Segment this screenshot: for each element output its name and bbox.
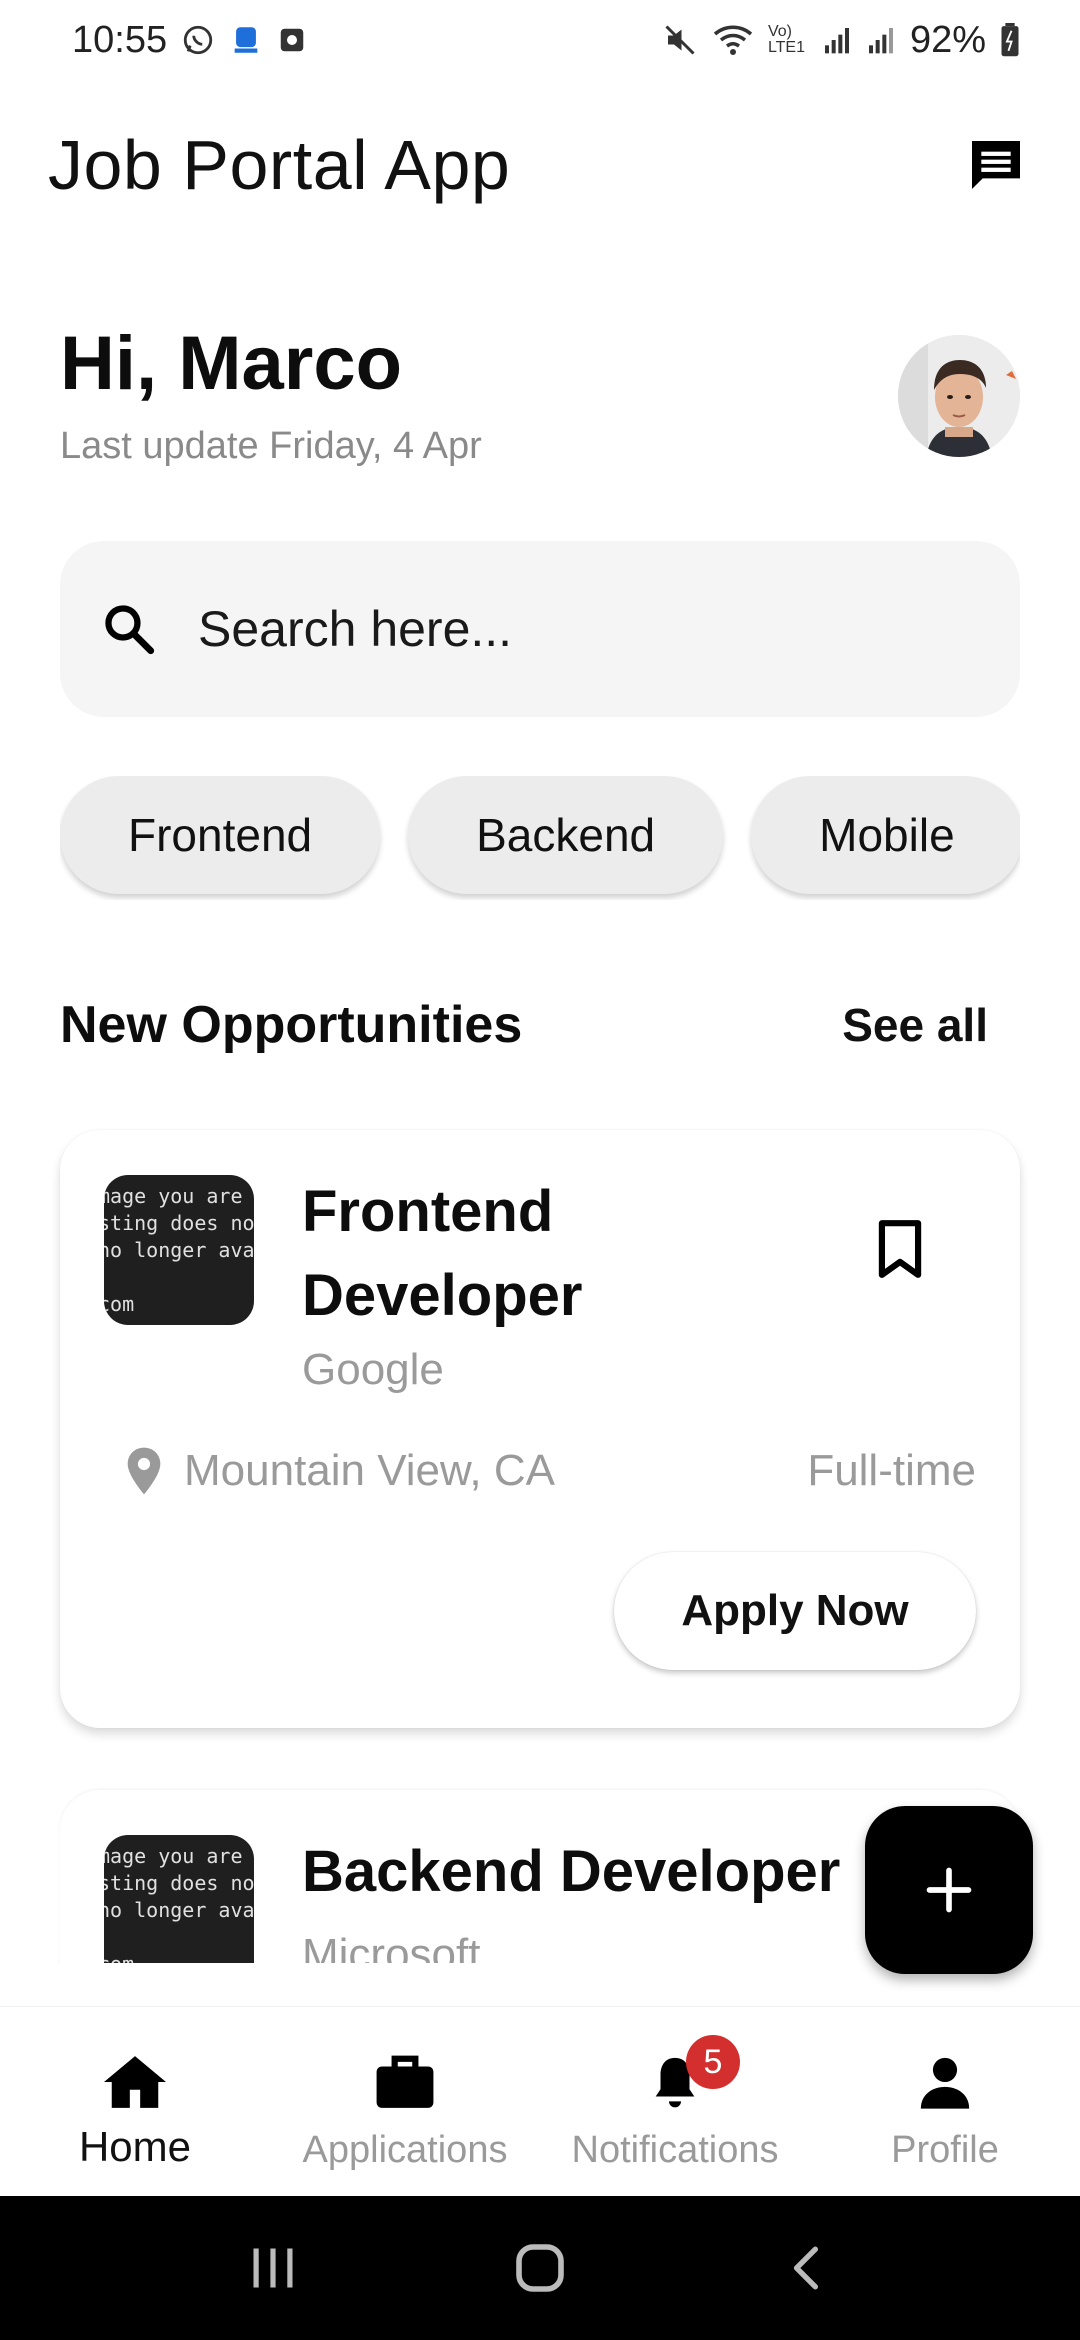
search-icon (105, 605, 155, 655)
avatar[interactable] (898, 335, 1020, 457)
nav-item-applications[interactable]: Applications (270, 2047, 540, 2172)
search-bar[interactable] (60, 541, 1020, 717)
logo-text-line: sting does not (104, 1871, 254, 1895)
recent-apps-button[interactable] (213, 2228, 333, 2308)
job-card[interactable]: mage you are sting does not no longer av… (60, 1130, 1020, 1728)
home-system-button[interactable] (480, 2228, 600, 2308)
bookmark-icon (878, 1220, 922, 1278)
app-notification-icon (229, 23, 263, 57)
person-icon (916, 2047, 974, 2117)
network-label: Vo) LTE1 (767, 23, 805, 56)
status-bar: 10:55 Vo) LTE1 92% (0, 0, 1080, 80)
home-icon (104, 2047, 166, 2117)
bottom-navigation: Home Applications 5 Notifications Profil… (0, 2006, 1080, 2196)
job-title: Frontend Developer (302, 1179, 583, 1328)
logo-text-line: mage you are (104, 1844, 243, 1868)
last-update-text: Last update Friday, 4 Apr (60, 425, 482, 467)
company-name: Google (302, 1345, 444, 1394)
app-bar: Job Portal App (48, 115, 1032, 215)
whatsapp-icon (181, 23, 215, 57)
category-chips: Frontend Backend Mobile (60, 776, 1020, 900)
signal-icon-1 (822, 24, 852, 56)
location-text: Mountain View, CA (184, 1446, 555, 1495)
nav-label-profile: Profile (891, 2129, 999, 2171)
nav-label-notifications: Notifications (571, 2129, 779, 2171)
greeting-title: Hi, Marco (60, 321, 403, 406)
battery-percentage: 92% (909, 18, 986, 61)
location-pin-icon (127, 1447, 161, 1495)
home-circle-icon (516, 2244, 564, 2292)
app-title: Job Portal App (48, 126, 511, 204)
search-input[interactable] (198, 600, 958, 658)
nav-item-profile[interactable]: Profile (810, 2047, 1080, 2172)
wifi-icon (712, 22, 754, 58)
status-left: 10:55 (72, 19, 307, 62)
back-chevron-icon (793, 2246, 818, 2290)
chip-backend[interactable]: Backend (408, 776, 724, 894)
add-fab-button[interactable] (865, 1806, 1033, 1974)
notification-badge: 5 (686, 2035, 740, 2089)
system-navigation (0, 2196, 1080, 2340)
briefcase-icon (374, 2047, 436, 2117)
see-all-link[interactable]: See all (842, 998, 988, 1052)
job-type: Full-time (807, 1446, 976, 1495)
signal-icon-2 (866, 24, 896, 56)
apply-now-button[interactable]: Apply Now (614, 1552, 976, 1670)
screen-record-icon (277, 25, 307, 55)
mute-icon (662, 22, 698, 58)
greeting: Hi, Marco Last update Friday, 4 Apr (60, 320, 482, 468)
job-meta: Mountain View, CA Full-time (116, 1440, 976, 1502)
chat-icon (972, 141, 1020, 189)
logo-text-line: sting does not (104, 1211, 254, 1235)
section-title: New Opportunities (60, 996, 523, 1054)
battery-icon (1000, 23, 1020, 57)
chat-button[interactable] (960, 129, 1032, 201)
company-logo: mage you are sting does not no longer av… (104, 1835, 254, 1965)
company-logo: mage you are sting does not no longer av… (104, 1175, 254, 1325)
chip-frontend[interactable]: Frontend (60, 776, 381, 894)
chip-mobile[interactable]: Mobile (751, 776, 1020, 894)
plus-icon (926, 1867, 972, 1913)
recent-apps-icon (253, 2248, 293, 2288)
nav-label-applications: Applications (302, 2129, 508, 2171)
logo-text-line: no longer avail (104, 1898, 254, 1922)
nav-item-home[interactable]: Home (0, 2047, 270, 2171)
logo-text-line: mage you are (104, 1184, 243, 1208)
section-header: New Opportunities See all (60, 995, 988, 1055)
nav-item-notifications[interactable]: 5 Notifications (540, 2035, 810, 2172)
back-button[interactable] (747, 2228, 867, 2308)
avatar-image (898, 335, 1020, 457)
job-location: Mountain View, CA (116, 1440, 555, 1502)
bookmark-button[interactable] (872, 1218, 928, 1280)
job-title: Backend Developer (302, 1839, 841, 1904)
status-right: Vo) LTE1 92% (662, 19, 1020, 62)
status-time: 10:55 (72, 18, 168, 61)
logo-text-line: no longer avail (104, 1238, 254, 1262)
logo-text-line (104, 1264, 254, 1291)
logo-text-line: com (104, 1292, 135, 1316)
logo-text-line (104, 1924, 254, 1951)
nav-label-home: Home (78, 2123, 192, 2170)
